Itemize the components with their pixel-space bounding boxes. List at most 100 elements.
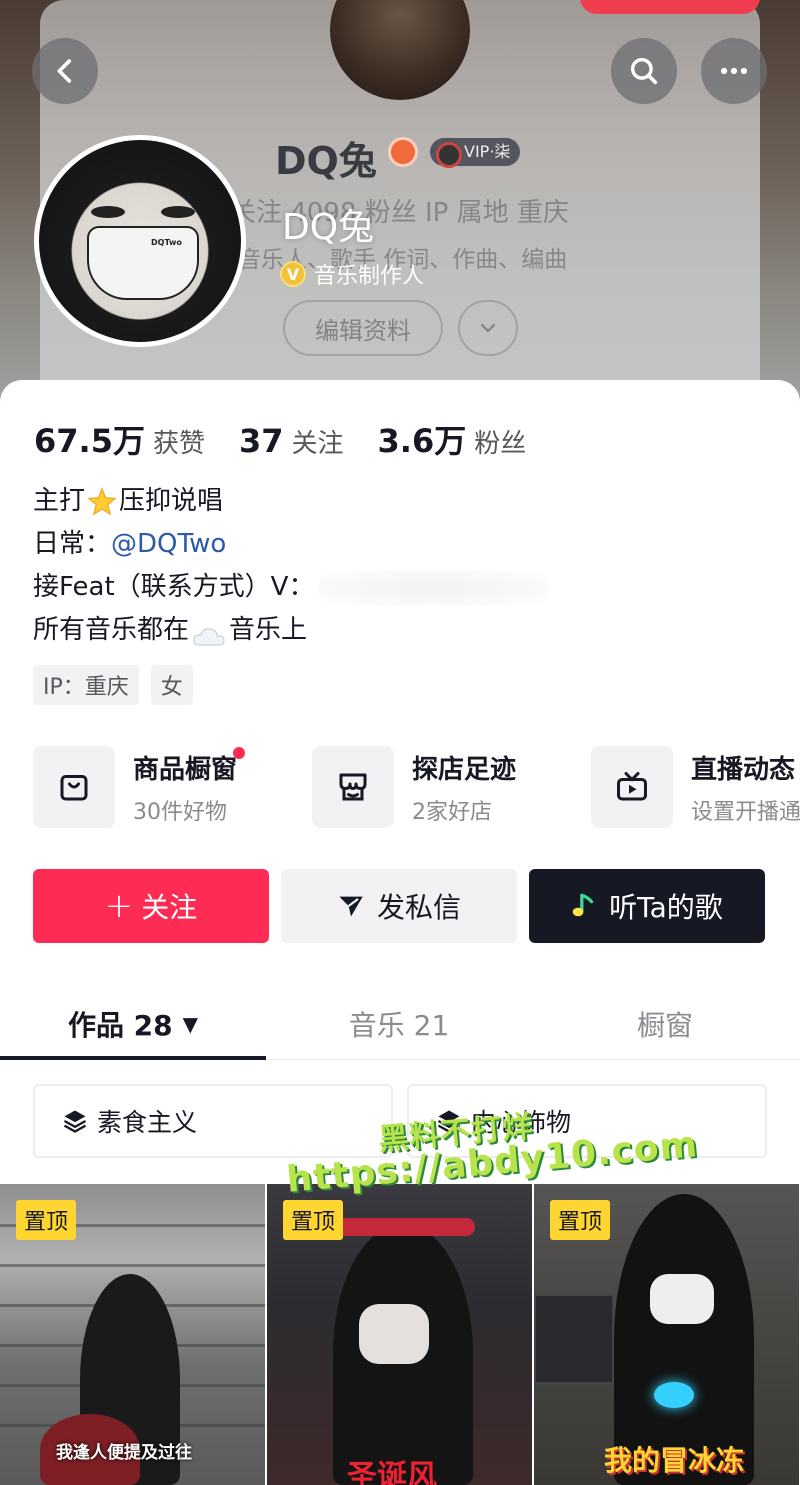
service-subtitle: 30件好物 bbox=[133, 799, 227, 825]
stat-followers[interactable]: 3.6万 粉丝 bbox=[378, 416, 527, 462]
stat-value: 3.6万 bbox=[377, 422, 467, 460]
avatar-mask bbox=[87, 226, 199, 300]
video-caption: 我的冒冰冻 bbox=[604, 1444, 745, 1477]
service-subtitle: 设置开播通知 bbox=[691, 799, 800, 825]
service-showcase[interactable]: 商品橱窗 30件好物 bbox=[33, 746, 312, 828]
pinned-badge: 置顶 bbox=[550, 1200, 611, 1240]
chevron-left-icon bbox=[57, 59, 72, 83]
face-mask bbox=[650, 1274, 714, 1324]
content-tabs: 作品 28 ▼ 音乐 21 橱窗 bbox=[0, 988, 800, 1060]
search-icon bbox=[630, 57, 658, 85]
video-tile[interactable]: 置顶 我的冒冰冻 bbox=[534, 1184, 799, 1485]
message-button[interactable]: 发私信 bbox=[281, 869, 517, 943]
service-title: 商品橱窗 bbox=[133, 754, 238, 785]
blurred-contact bbox=[318, 570, 549, 605]
cover-red-pill bbox=[580, 0, 760, 14]
search-button[interactable] bbox=[611, 38, 677, 104]
service-title: 探店足迹 bbox=[412, 754, 517, 785]
caret-down-icon: ▼ bbox=[182, 1011, 199, 1036]
listen-music-button[interactable]: 听Ta的歌 bbox=[529, 869, 765, 943]
service-text: 探店足迹 2家好店 bbox=[412, 749, 516, 826]
chevron-down-icon bbox=[480, 323, 496, 333]
avatar-image: DQTwo bbox=[39, 140, 241, 342]
service-subtitle: 2家好店 bbox=[412, 799, 492, 825]
service-title: 直播动态 bbox=[691, 754, 796, 785]
cloud-emoji-icon bbox=[191, 619, 227, 646]
more-button[interactable] bbox=[701, 38, 767, 104]
tab-label: 作品 28 bbox=[67, 1008, 173, 1042]
bio-mention-link[interactable]: @DQTwo bbox=[111, 523, 226, 566]
collection-item[interactable]: 素食主义 bbox=[33, 1084, 393, 1158]
verified-check-icon: V bbox=[280, 261, 306, 287]
stats-row: 67.5万 获赞 37 关注 3.6万 粉丝 bbox=[34, 416, 560, 462]
tab-works[interactable]: 作品 28 ▼ bbox=[0, 988, 266, 1060]
profile-card: 67.5万 获赞 37 关注 3.6万 粉丝 主打 压抑说唱 日常： @DQTw… bbox=[0, 380, 800, 1485]
bag-icon bbox=[33, 746, 115, 828]
layers-icon bbox=[63, 1110, 87, 1133]
music-note-icon bbox=[572, 893, 594, 917]
edit-profile-button[interactable]: 编辑资料 bbox=[283, 300, 443, 356]
action-buttons: + 关注 发私信 听Ta的歌 bbox=[33, 869, 765, 943]
tv-icon bbox=[591, 746, 673, 828]
stat-following[interactable]: 37 关注 bbox=[239, 422, 344, 460]
follow-label: 关注 bbox=[141, 891, 198, 924]
stat-label: 关注 bbox=[291, 429, 344, 459]
video-tile[interactable]: 置顶 我逢人便提及过往 bbox=[0, 1184, 265, 1485]
service-text: 商品橱窗 30件好物 bbox=[133, 746, 246, 826]
listen-music-label: 听Ta的歌 bbox=[609, 891, 723, 924]
service-entries: 商品橱窗 30件好物 探店足迹 2家好店 直播动态 设置开播通知 bbox=[33, 746, 800, 828]
video-grid: 置顶 我逢人便提及过往 置顶 圣诞风 置顶 我的冒冰冻 bbox=[0, 1184, 800, 1485]
service-live[interactable]: 直播动态 设置开播通知 bbox=[591, 746, 800, 828]
service-text: 直播动态 设置开播通知 bbox=[691, 749, 800, 826]
service-store-visits[interactable]: 探店足迹 2家好店 bbox=[312, 746, 591, 828]
follow-button[interactable]: + 关注 bbox=[33, 869, 269, 943]
monitor bbox=[534, 1294, 614, 1384]
back-button[interactable] bbox=[32, 38, 98, 104]
avatar[interactable]: DQTwo bbox=[34, 135, 246, 347]
ghost-vip-badge: VIP·柒 bbox=[430, 138, 521, 168]
pinned-badge: 置顶 bbox=[16, 1200, 77, 1240]
star-emoji-icon bbox=[87, 486, 117, 517]
tag-gender: 女 bbox=[150, 665, 193, 705]
glow-light bbox=[654, 1382, 694, 1408]
shop-icon bbox=[312, 746, 394, 828]
bio-text: 接Feat（联系方式）V： bbox=[33, 572, 315, 602]
bio-line-4: 所有音乐都在 音乐上 bbox=[33, 609, 548, 652]
video-tile[interactable]: 置顶 圣诞风 bbox=[267, 1184, 532, 1485]
message-label: 发私信 bbox=[376, 891, 461, 924]
username: DQ兔 bbox=[282, 207, 375, 248]
cover-thumbnail bbox=[330, 0, 470, 100]
verified-role: V 音乐制作人 bbox=[280, 258, 424, 290]
ghost-username: DQ兔 bbox=[275, 139, 377, 183]
more-dots-icon bbox=[720, 67, 748, 75]
bio-text: 所有音乐都在 bbox=[33, 615, 190, 645]
tab-label: 橱窗 bbox=[636, 1008, 693, 1042]
video-caption: 我逢人便提及过往 bbox=[56, 1443, 192, 1463]
plus-icon: + bbox=[104, 886, 134, 926]
headband bbox=[331, 1218, 475, 1236]
stat-value: 67.5万 bbox=[34, 422, 145, 460]
bio-text: 日常： bbox=[33, 529, 112, 559]
verified-role-label: 音乐制作人 bbox=[314, 264, 425, 289]
bio-text: 音乐上 bbox=[229, 615, 308, 645]
stairs-line bbox=[0, 1264, 265, 1267]
stat-label: 粉丝 bbox=[474, 429, 527, 459]
bio: 主打 压抑说唱 日常： @DQTwo 接Feat（联系方式）V： 所有音乐都在 … bbox=[33, 480, 549, 652]
bio-text: 压抑说唱 bbox=[119, 486, 224, 516]
stat-value: 37 bbox=[238, 422, 284, 460]
bio-line-3: 接Feat（联系方式）V： bbox=[33, 566, 549, 609]
notification-dot bbox=[233, 746, 246, 759]
avatar-mask-text: DQTwo bbox=[151, 238, 182, 247]
bio-line-2: 日常： @DQTwo bbox=[33, 523, 548, 566]
tab-music[interactable]: 音乐 21 bbox=[266, 988, 532, 1059]
tab-showcase[interactable]: 橱窗 bbox=[532, 988, 798, 1059]
face-mask bbox=[359, 1304, 429, 1364]
avatar-eyes bbox=[91, 206, 195, 220]
bio-line-1: 主打 压抑说唱 bbox=[33, 480, 548, 523]
ghost-verified-badge bbox=[388, 137, 418, 167]
video-caption: 圣诞风 bbox=[347, 1459, 437, 1485]
bio-text: 主打 bbox=[33, 486, 86, 516]
profile-dropdown-button[interactable] bbox=[458, 300, 518, 356]
tab-label: 音乐 21 bbox=[348, 1008, 450, 1042]
send-icon bbox=[339, 896, 363, 917]
